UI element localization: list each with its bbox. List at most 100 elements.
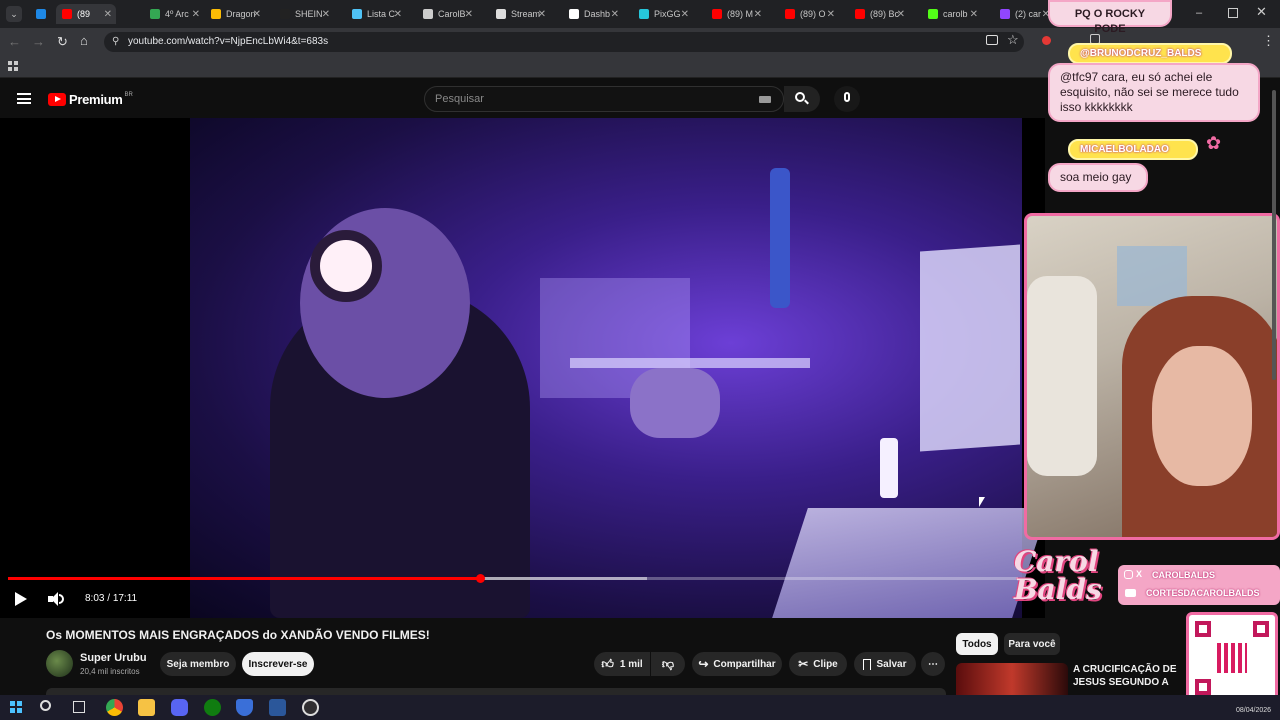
youtube-social-icon (1125, 589, 1136, 597)
discord-icon[interactable] (171, 699, 188, 716)
join-button[interactable]: Seja membro (160, 652, 236, 676)
browser-tab[interactable] (30, 4, 50, 24)
tab-close-icon[interactable]: ✕ (970, 9, 978, 20)
bookmark-star-icon[interactable]: ☆ (1007, 32, 1019, 48)
tab-search-button[interactable]: ⌄ (6, 6, 22, 22)
recommendation-thumbnail[interactable] (956, 663, 1068, 695)
hamburger-menu-icon[interactable] (17, 93, 31, 104)
progress-scrubber[interactable] (475, 574, 485, 583)
save-button[interactable]: Salvar (854, 652, 916, 676)
menu-dots-icon[interactable]: ⋮ (1262, 33, 1275, 49)
tab-favicon-icon (1000, 9, 1010, 19)
video-frame (190, 118, 1048, 618)
bookmark-icon (863, 658, 872, 670)
reload-icon[interactable]: ↻ (57, 34, 68, 50)
browser-tab[interactable]: (89 ✕ (56, 4, 116, 24)
browser-tab[interactable]: (89) M ✕ (706, 4, 766, 24)
word-icon[interactable] (269, 699, 286, 716)
file-explorer-icon[interactable] (138, 699, 155, 716)
install-app-icon[interactable] (986, 35, 998, 45)
minimize-button[interactable]: – (1196, 8, 1210, 19)
browser-tab[interactable]: (89) O ✕ (779, 4, 839, 24)
volume-icon[interactable] (48, 592, 64, 606)
dislike-button[interactable]: 👎︎ (651, 652, 685, 676)
chrome-taskbar-icon[interactable] (106, 699, 123, 716)
keyboard-icon[interactable] (759, 96, 771, 103)
tab-close-icon[interactable]: ✕ (897, 9, 905, 20)
tab-close-icon[interactable]: ✕ (192, 9, 200, 20)
tab-close-icon[interactable]: ✕ (253, 9, 261, 20)
tab-close-icon[interactable]: ✕ (754, 9, 762, 20)
browser-tab[interactable]: (2) car ✕ (994, 4, 1054, 24)
tab-favicon-icon (150, 9, 160, 19)
restore-button[interactable] (1228, 8, 1238, 18)
subscribe-button[interactable]: Inscrever-se (242, 652, 314, 676)
taskbar-search-icon[interactable] (40, 700, 51, 711)
browser-tab[interactable]: Stream ✕ (490, 4, 550, 24)
webcam-overlay (1024, 213, 1280, 540)
tab-favicon-icon (352, 9, 362, 19)
play-button[interactable] (15, 592, 27, 606)
xbox-icon[interactable] (204, 699, 221, 716)
tab-close-icon[interactable]: ✕ (394, 9, 402, 20)
thumbs-down-icon: 👎︎ (661, 656, 675, 671)
browser-tab[interactable]: (89) Bc ✕ (849, 4, 909, 24)
page-scrollbar[interactable] (1272, 90, 1276, 380)
browser-tab[interactable]: PixGG ✕ (633, 4, 693, 24)
windows-start-icon[interactable] (10, 701, 22, 713)
chip-all[interactable]: Todos (956, 633, 998, 655)
browser-tab[interactable]: Lista C ✕ (346, 4, 406, 24)
chat-message: @tfc97 cara, eu só achei ele esquisito, … (1048, 63, 1260, 122)
time-display: 8:03 / 17:11 (85, 593, 138, 604)
tab-close-icon[interactable]: ✕ (827, 9, 835, 20)
tab-close-icon[interactable]: ✕ (322, 9, 330, 20)
share-icon: ↪ (698, 657, 709, 671)
socials-banner: CAROLBALDS CORTESDACAROLBALDS X (1118, 565, 1280, 605)
extension-icon[interactable] (1042, 36, 1051, 45)
back-icon[interactable]: ← (8, 34, 21, 49)
apps-grid-icon[interactable] (8, 61, 18, 71)
channel-avatar[interactable] (46, 650, 73, 677)
more-dots-icon: ⋯ (928, 658, 938, 670)
tab-close-icon[interactable]: ✕ (611, 9, 619, 20)
more-actions-button[interactable]: ⋯ (921, 652, 945, 676)
tab-close-icon[interactable]: ✕ (465, 9, 473, 20)
video-title: Os MOMENTOS MAIS ENGRAÇADOS do XANDÃO VE… (46, 628, 430, 642)
tab-label: (89) Bc (870, 9, 900, 19)
site-info-icon[interactable]: ⚲ (112, 32, 119, 52)
obs-icon[interactable] (302, 699, 319, 716)
voice-search-button[interactable] (834, 86, 860, 112)
scissors-icon: ✂ (798, 657, 809, 671)
like-button[interactable]: 👍︎ 1 mil (594, 652, 650, 676)
search-placeholder: Pesquisar (435, 93, 484, 105)
browser-tab[interactable]: Dashb ✕ (563, 4, 623, 24)
browser-tab[interactable]: CarolB ✕ (417, 4, 477, 24)
search-button[interactable] (784, 86, 820, 112)
chat-username-pill: MICAELBOLADAO (1068, 139, 1198, 160)
channel-name[interactable]: Super Urubu (80, 652, 147, 664)
forward-icon[interactable]: → (32, 34, 45, 49)
security-shield-icon[interactable] (236, 699, 253, 716)
search-input[interactable]: Pesquisar (424, 86, 784, 112)
url-text: youtube.com/watch?v=NjpEncLbWi4&t=683s (128, 36, 329, 47)
address-bar[interactable]: ⚲ youtube.com/watch?v=NjpEncLbWi4&t=683s (104, 32, 1024, 52)
chip-for-you[interactable]: Para você (1004, 633, 1060, 655)
tab-close-icon[interactable]: ✕ (681, 9, 689, 20)
clip-button[interactable]: ✂ Clipe (789, 652, 847, 676)
browser-tab[interactable]: carolb ✕ (922, 4, 982, 24)
task-view-icon[interactable] (73, 701, 85, 713)
thumbs-up-icon: 👍︎ (601, 656, 614, 671)
flower-icon: ✿ (1206, 133, 1222, 153)
tab-label: Dashb (584, 9, 611, 19)
share-button[interactable]: ↪ Compartilhar (692, 652, 782, 676)
browser-tab[interactable]: 4º Arc ✕ (144, 4, 204, 24)
browser-tab[interactable]: Dragon ✕ (205, 4, 265, 24)
tab-close-icon[interactable]: ✕ (538, 9, 546, 20)
home-icon[interactable]: ⌂ (80, 33, 88, 48)
headphone (310, 230, 382, 302)
youtube-logo[interactable]: Premium BR (48, 92, 133, 107)
tab-close-icon[interactable]: ✕ (104, 9, 112, 20)
recommendation-title[interactable]: A CRUCIFICAÇÃO DE JESUS SEGUNDO A MEDICI… (1073, 663, 1185, 691)
browser-tab[interactable]: SHEIN ✕ (274, 4, 334, 24)
close-window-button[interactable]: ✕ (1256, 4, 1267, 20)
